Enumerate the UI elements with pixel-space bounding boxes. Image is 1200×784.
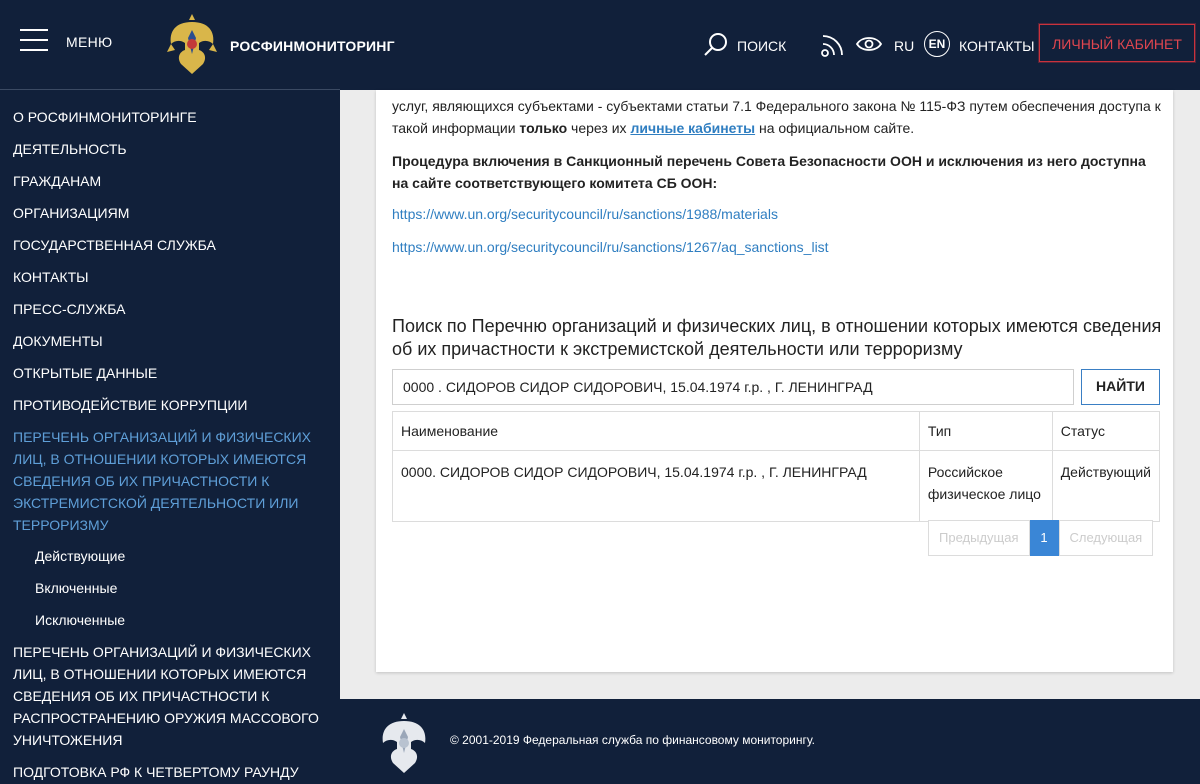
- sidebar-subitem-active[interactable]: Действующие: [35, 548, 125, 564]
- un-sanctions-1267-link[interactable]: https://www.un.org/securitycouncil/ru/sa…: [392, 239, 829, 255]
- cell-status: Действующий: [1051, 450, 1161, 522]
- copyright-text: © 2001-2019 Федеральная служба по финанс…: [450, 733, 815, 747]
- accessibility-eye-icon[interactable]: [856, 35, 882, 53]
- site-footer: © 2001-2019 Федеральная служба по финанс…: [340, 699, 1200, 784]
- results-table: Наименование Тип Статус 0000. СИДОРОВ СИ…: [392, 411, 1161, 522]
- table-row[interactable]: 0000. СИДОРОВ СИДОР СИДОРОВИЧ, 15.04.197…: [392, 450, 1161, 522]
- sidebar-item-fourth-round[interactable]: ПОДГОТОВКА РФ К ЧЕТВЕРТОМУ РАУНДУ: [13, 761, 323, 783]
- search-input[interactable]: [392, 369, 1074, 405]
- sidebar-item-wmd-list[interactable]: ПЕРЕЧЕНЬ ОРГАНИЗАЦИЙ И ФИЗИЧЕСКИХ ЛИЦ, В…: [13, 641, 323, 751]
- site-header: МЕНЮ РОСФИНМОНИТОРИНГ ПОИСК RU EN КОНТАК…: [0, 0, 1200, 90]
- table-header-row: Наименование Тип Статус: [392, 411, 1161, 451]
- menu-label[interactable]: МЕНЮ: [66, 34, 112, 50]
- emblem-logo-icon[interactable]: [165, 10, 219, 78]
- sidebar-nav: О РОСФИНМОНИТОРИНГЕ ДЕЯТЕЛЬНОСТЬ ГРАЖДАН…: [0, 90, 340, 784]
- pagination-prev[interactable]: Предыдущая: [928, 520, 1030, 556]
- cell-name: 0000. СИДОРОВ СИДОР СИДОРОВИЧ, 15.04.197…: [392, 450, 920, 522]
- intro-text-3: на официальном сайте.: [755, 120, 915, 136]
- column-header-type: Тип: [918, 411, 1053, 451]
- personal-cabinets-link[interactable]: личные кабинеты: [630, 120, 755, 136]
- sidebar-item-open-data[interactable]: ОТКРЫТЫЕ ДАННЫЕ: [13, 362, 323, 384]
- intro-text-2: через их: [567, 120, 631, 136]
- content-panel: услуг, являющихся субъектами - субъектам…: [376, 90, 1173, 672]
- search-section-title: Поиск по Перечню организаций и физически…: [392, 316, 1162, 359]
- sidebar-item-activity[interactable]: ДЕЯТЕЛЬНОСТЬ: [13, 138, 323, 160]
- sidebar-item-press[interactable]: ПРЕСС-СЛУЖБА: [13, 298, 323, 320]
- find-button[interactable]: НАЙТИ: [1081, 369, 1160, 405]
- sidebar-item-citizens[interactable]: ГРАЖДАНАМ: [13, 170, 323, 192]
- sidebar-item-about[interactable]: О РОСФИНМОНИТОРИНГЕ: [13, 106, 323, 128]
- sidebar-item-organizations[interactable]: ОРГАНИЗАЦИЯМ: [13, 202, 323, 224]
- pagination: Предыдущая 1 Следующая: [928, 520, 1154, 556]
- search-label[interactable]: ПОИСК: [737, 38, 786, 54]
- sidebar-item-contacts[interactable]: КОНТАКТЫ: [13, 266, 323, 288]
- un-sanctions-1988-link[interactable]: https://www.un.org/securitycouncil/ru/sa…: [392, 206, 778, 222]
- pagination-next[interactable]: Следующая: [1058, 520, 1154, 556]
- personal-cabinet-button[interactable]: ЛИЧНЫЙ КАБИНЕТ: [1039, 24, 1195, 62]
- menu-icon[interactable]: [20, 29, 50, 51]
- sidebar-subitem-included[interactable]: Включенные: [35, 580, 117, 596]
- rss-icon[interactable]: [820, 32, 846, 58]
- brand-name[interactable]: РОСФИНМОНИТОРИНГ: [230, 38, 395, 54]
- sidebar-item-anti-corruption[interactable]: ПРОТИВОДЕЙСТВИЕ КОРРУПЦИИ: [13, 394, 323, 416]
- sidebar-item-civil-service[interactable]: ГОСУДАРСТВЕННАЯ СЛУЖБА: [13, 234, 323, 256]
- lang-ru-link[interactable]: RU: [894, 38, 914, 54]
- lang-en-link[interactable]: EN: [924, 31, 950, 57]
- sidebar-item-terrorism-list[interactable]: ПЕРЕЧЕНЬ ОРГАНИЗАЦИЙ И ФИЗИЧЕСКИХ ЛИЦ, В…: [13, 426, 323, 536]
- sidebar-item-documents[interactable]: ДОКУМЕНТЫ: [13, 330, 323, 352]
- pagination-current-page[interactable]: 1: [1029, 520, 1059, 556]
- intro-paragraph: услуг, являющихся субъектами - субъектам…: [392, 95, 1162, 139]
- column-header-name: Наименование: [392, 411, 920, 451]
- contacts-link[interactable]: КОНТАКТЫ: [959, 38, 1035, 54]
- column-header-status: Статус: [1051, 411, 1161, 451]
- emblem-footer-icon: [382, 713, 426, 773]
- search-icon[interactable]: [703, 31, 729, 57]
- cell-type: Российское физическое лицо: [918, 450, 1053, 522]
- intro-bold-text: только: [519, 120, 568, 136]
- un-procedure-paragraph: Процедура включения в Санкционный перече…: [392, 153, 1146, 191]
- sidebar-subitem-excluded[interactable]: Исключенные: [35, 612, 125, 628]
